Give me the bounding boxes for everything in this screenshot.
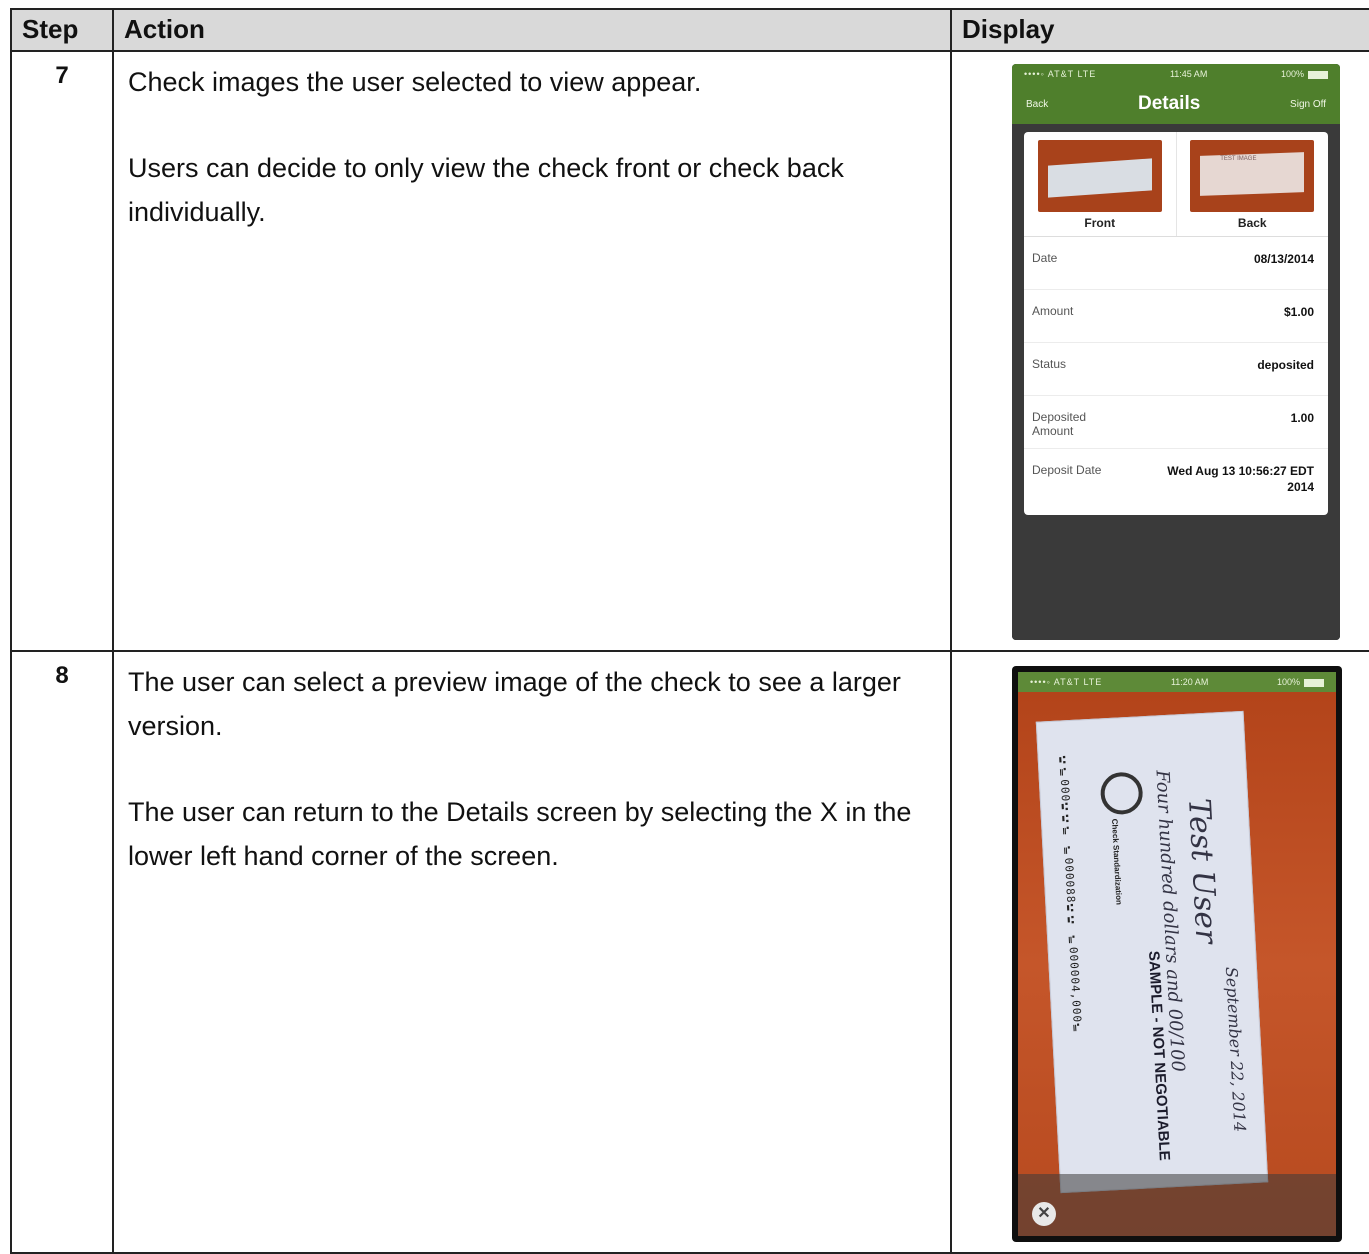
detail-row-deposit-date: Deposit Date Wed Aug 13 10:56:27 EDT 201… bbox=[1024, 449, 1328, 515]
check-image: ⑆⑈000⑆⑆⑈ ⑈000088⑆⑆ ⑈000004,000⑈ Check St… bbox=[1035, 710, 1269, 1194]
action-cell: The user can select a preview image of t… bbox=[112, 650, 952, 1254]
screen-title: Details bbox=[1137, 93, 1201, 114]
status-bar: ••••◦ AT&T LTE 11:45 AM 100% bbox=[1012, 64, 1340, 84]
table-row: 8 The user can select a preview image of… bbox=[10, 650, 1369, 1254]
time-label: 11:45 AM bbox=[1169, 69, 1208, 79]
detail-row-amount: Amount $1.00 bbox=[1024, 290, 1328, 343]
status-bar: ••••◦ AT&T LTE 11:20 AM 100% bbox=[1018, 672, 1336, 692]
front-label: Front bbox=[1084, 216, 1116, 230]
check-back-image[interactable]: TEST IMAGE bbox=[1190, 140, 1315, 212]
detail-label: Status bbox=[1032, 357, 1067, 371]
carrier-label: ••••◦ AT&T LTE bbox=[1030, 677, 1103, 687]
detail-label: Deposited Amount bbox=[1032, 410, 1087, 438]
close-icon[interactable]: ✕ bbox=[1032, 1202, 1056, 1226]
details-body: Front TEST IMAGE Back Date 08/13/2014 Am… bbox=[1012, 124, 1340, 640]
back-thumbnail[interactable]: TEST IMAGE Back bbox=[1175, 132, 1329, 236]
check-preview-screenshot: ••••◦ AT&T LTE 11:20 AM 100% ⑆⑈000⑆⑆⑈ ⑈0… bbox=[1012, 666, 1342, 1242]
time-label: 11:20 AM bbox=[1170, 677, 1209, 687]
battery-indicator: 100% bbox=[1277, 677, 1324, 687]
test-image-text: TEST IMAGE bbox=[1220, 156, 1257, 162]
payee-name: Test User bbox=[1181, 797, 1224, 945]
display-cell: ••••◦ AT&T LTE 11:20 AM 100% ⑆⑈000⑆⑆⑈ ⑈0… bbox=[950, 650, 1369, 1254]
bank-name: Check Standardization bbox=[1109, 818, 1124, 906]
check-date: September 22, 2014 bbox=[1221, 966, 1250, 1133]
detail-label: Date bbox=[1032, 251, 1058, 265]
header-display: Display bbox=[950, 8, 1369, 52]
action-text: The user can return to the Details scree… bbox=[128, 797, 912, 871]
procedure-table: Step Action Display 7 Check images the u… bbox=[10, 8, 1369, 1254]
detail-value: 08/13/2014 bbox=[1253, 252, 1314, 266]
details-screenshot: ••••◦ AT&T LTE 11:45 AM 100% Back Detail… bbox=[1012, 64, 1340, 640]
detail-row-status: Status deposited bbox=[1024, 343, 1328, 396]
battery-icon bbox=[1307, 70, 1328, 79]
action-text: The user can select a preview image of t… bbox=[128, 667, 901, 741]
back-button[interactable]: Back bbox=[1026, 99, 1048, 110]
back-label: Back bbox=[1237, 216, 1267, 230]
action-text: Check images the user selected to view a… bbox=[128, 67, 702, 97]
check-photo: ⑆⑈000⑆⑆⑈ ⑈000088⑆⑆ ⑈000004,000⑈ Check St… bbox=[1018, 692, 1336, 1236]
bank-logo-icon bbox=[1099, 771, 1144, 816]
micr-line: ⑆⑈000⑆⑆⑈ ⑈000088⑆⑆ ⑈000004,000⑈ bbox=[1056, 755, 1085, 1036]
sign-off-button[interactable]: Sign Off bbox=[1290, 99, 1326, 110]
detail-value: Wed Aug 13 10:56:27 EDT 2014 bbox=[1167, 464, 1314, 494]
step-number: 8 bbox=[10, 650, 114, 1254]
carrier-label: ••••◦ AT&T LTE bbox=[1024, 69, 1097, 79]
detail-label: Deposit Date bbox=[1032, 463, 1102, 477]
display-cell: ••••◦ AT&T LTE 11:45 AM 100% Back Detail… bbox=[950, 50, 1369, 652]
action-text: Users can decide to only view the check … bbox=[128, 153, 844, 227]
bottom-toolbar: ✕ bbox=[1018, 1174, 1336, 1236]
battery-indicator: 100% bbox=[1281, 69, 1328, 79]
nav-bar: Back Details Sign Off bbox=[1012, 84, 1340, 124]
step-number: 7 bbox=[10, 50, 114, 652]
detail-label: Amount bbox=[1032, 304, 1074, 318]
header-action: Action bbox=[112, 8, 952, 52]
detail-row-deposited-amount: Deposited Amount 1.00 bbox=[1024, 396, 1328, 449]
detail-row-date: Date 08/13/2014 bbox=[1024, 237, 1328, 290]
detail-value: $1.00 bbox=[1283, 305, 1314, 319]
header-step: Step bbox=[10, 8, 114, 52]
table-row: 7 Check images the user selected to view… bbox=[10, 50, 1369, 652]
front-thumbnail[interactable]: Front bbox=[1024, 132, 1176, 236]
details-card: Front TEST IMAGE Back Date 08/13/2014 Am… bbox=[1024, 132, 1328, 515]
detail-value: 1.00 bbox=[1290, 411, 1314, 425]
check-front-image[interactable] bbox=[1037, 140, 1162, 212]
check-thumbnails: Front TEST IMAGE Back bbox=[1024, 132, 1328, 237]
battery-icon bbox=[1303, 678, 1324, 687]
detail-value: deposited bbox=[1257, 358, 1314, 372]
action-cell: Check images the user selected to view a… bbox=[112, 50, 952, 652]
